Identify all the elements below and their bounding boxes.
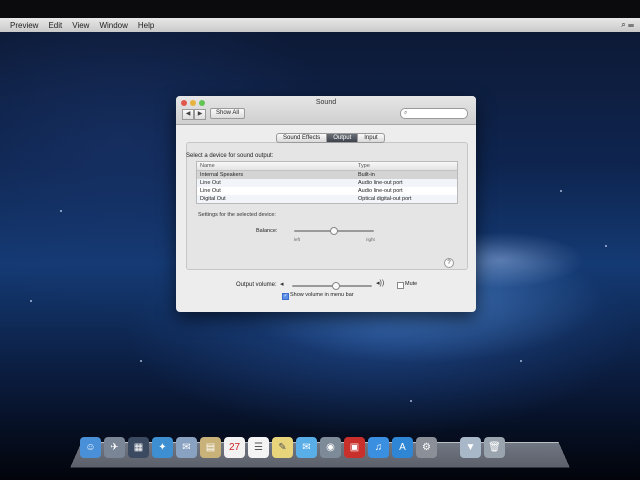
settings-heading: Settings for the selected device: [198, 212, 276, 218]
screen-bezel [0, 0, 640, 18]
contacts-icon[interactable]: ▤ [200, 437, 221, 458]
show-volume-label: Show volume in menu bar [290, 292, 354, 298]
device-name: Internal Speakers [200, 172, 244, 178]
facetime-icon[interactable]: ◉ [320, 437, 341, 458]
speaker-low-icon: ◂ [280, 281, 284, 288]
spotlight-icon[interactable]: ⌕ ☰ [621, 20, 634, 30]
table-row[interactable]: Line Out Audio line-out port [197, 187, 457, 195]
device-name: Line Out [200, 180, 221, 186]
mute-label: Mute [405, 281, 418, 287]
sound-preferences-window: Sound ◀ ▶ Show All ⌕ Sound Effects Outpu… [176, 96, 476, 312]
balance-left-label: left [294, 237, 301, 242]
menu-view[interactable]: View [72, 21, 89, 30]
reminders-icon[interactable]: ☰ [248, 437, 269, 458]
menu-help[interactable]: Help [138, 21, 154, 30]
device-type: Built-in [358, 172, 375, 178]
messages-icon[interactable]: ✉ [296, 437, 317, 458]
menu-preview[interactable]: Preview [10, 21, 38, 30]
tab-sound-effects[interactable]: Sound Effects [277, 134, 328, 142]
title-bar: Sound ◀ ▶ Show All ⌕ [176, 96, 476, 125]
device-table: Name Type Internal Speakers Built-in Lin… [196, 161, 458, 204]
back-button[interactable]: ◀ [182, 109, 194, 120]
system-preferences-icon[interactable]: ⚙ [416, 437, 437, 458]
device-type: Optical digital-out port [358, 196, 412, 202]
tab-bar: Sound Effects Output Input [276, 133, 385, 143]
column-name[interactable]: Name [197, 162, 355, 170]
output-volume-label: Output volume: [236, 282, 277, 288]
table-row[interactable]: Digital Out Optical digital-out port [197, 195, 457, 203]
downloads-icon[interactable]: ▼ [460, 437, 481, 458]
table-row[interactable]: Internal Speakers Built-in [197, 171, 457, 179]
finder-icon[interactable]: ☺ [80, 437, 101, 458]
search-icon: ⌕ [404, 110, 408, 116]
menu-window[interactable]: Window [99, 21, 127, 30]
nav-buttons: ◀ ▶ [182, 109, 206, 120]
tab-input[interactable]: Input [358, 134, 383, 142]
balance-slider-knob[interactable] [330, 227, 338, 235]
show-all-button[interactable]: Show All [210, 108, 246, 119]
balance-label: Balance: [256, 228, 278, 234]
help-button[interactable]: ? [444, 258, 454, 268]
tab-output[interactable]: Output [327, 134, 359, 142]
output-volume-knob[interactable] [332, 282, 340, 290]
device-type: Audio line-out port [358, 180, 403, 186]
trash-icon[interactable]: 🗑 [484, 437, 505, 458]
window-title: Sound [315, 99, 337, 106]
mute-checkbox[interactable] [397, 282, 404, 289]
device-type: Audio line-out port [358, 188, 403, 194]
launchpad-icon[interactable]: ✈ [104, 437, 125, 458]
column-type[interactable]: Type [355, 162, 457, 170]
device-heading: Select a device for sound output: [186, 153, 274, 159]
menu-edit[interactable]: Edit [48, 21, 62, 30]
table-row[interactable]: Line Out Audio line-out port [197, 179, 457, 187]
photo-booth-icon[interactable]: ▣ [344, 437, 365, 458]
device-name: Line Out [200, 188, 221, 194]
balance-right-label: right [366, 237, 375, 242]
speaker-high-icon: ◂)) [376, 280, 385, 287]
safari-icon[interactable]: ✦ [152, 437, 173, 458]
notes-icon[interactable]: ✎ [272, 437, 293, 458]
search-field[interactable]: ⌕ [400, 108, 468, 119]
app-store-icon[interactable]: A [392, 437, 413, 458]
calendar-icon[interactable]: 27 [224, 437, 245, 458]
dock: ☺ ✈ ▦ ✦ ✉ ▤ 27 ☰ ✎ ✉ ◉ ▣ ♫ A ⚙ ▼ 🗑 [80, 437, 560, 463]
table-header: Name Type [197, 162, 457, 171]
device-name: Digital Out [200, 196, 226, 202]
mail-icon[interactable]: ✉ [176, 437, 197, 458]
show-volume-checkbox[interactable]: ✓ [282, 293, 289, 300]
forward-button[interactable]: ▶ [194, 109, 206, 120]
mission-control-icon[interactable]: ▦ [128, 437, 149, 458]
menu-bar: Preview Edit View Window Help ⌕ ☰ [0, 18, 640, 32]
itunes-icon[interactable]: ♫ [368, 437, 389, 458]
